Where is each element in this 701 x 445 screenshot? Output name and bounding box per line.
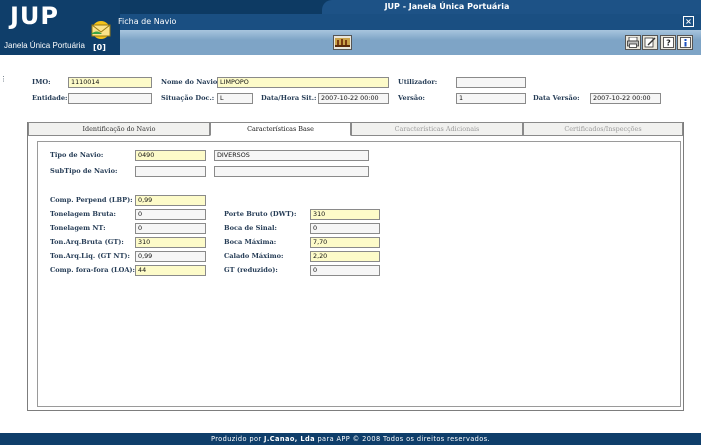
footer-copyright: para APP © 2008 Todos os direitos reserv… bbox=[317, 435, 491, 443]
ship-name-label: Nome do Navio: bbox=[161, 78, 220, 86]
user-label: Utilizador: bbox=[398, 78, 438, 86]
print-icon bbox=[627, 37, 639, 48]
entity-label: Entidade: bbox=[32, 94, 68, 102]
signal-beam-field[interactable]: 0 bbox=[310, 223, 380, 234]
edit-button[interactable] bbox=[642, 35, 658, 50]
close-button[interactable]: × bbox=[683, 16, 694, 27]
version-date-label: Data Versão: bbox=[533, 94, 580, 102]
footer: Produzido por J.Canao, Lda para APP © 20… bbox=[0, 433, 701, 445]
max-beam-label: Boca Máxima: bbox=[224, 238, 277, 246]
svg-text:?: ? bbox=[666, 39, 671, 48]
ship-subtype-label: SubTipo de Navio: bbox=[50, 167, 118, 175]
close-icon: × bbox=[685, 17, 692, 26]
imo-field[interactable]: 1110014 bbox=[68, 77, 152, 88]
lbp-label: Comp. Perpend (LBP): bbox=[50, 196, 133, 204]
ship-icon bbox=[335, 38, 350, 47]
print-button[interactable] bbox=[625, 35, 641, 50]
collapse-handle-icon[interactable]: ⋮ bbox=[0, 75, 7, 85]
toolbar-shine bbox=[120, 30, 701, 40]
net-tonnage-field[interactable]: 0 bbox=[135, 223, 206, 234]
info-icon bbox=[679, 37, 691, 48]
doc-status-label: Situação Doc.: bbox=[161, 94, 215, 102]
version-field[interactable]: 1 bbox=[456, 93, 526, 104]
status-datetime-label: Data/Hora Sit.: bbox=[261, 94, 317, 102]
entity-field[interactable] bbox=[68, 93, 152, 104]
loa-field[interactable]: 44 bbox=[135, 265, 206, 276]
reduced-gt-field[interactable]: 0 bbox=[310, 265, 380, 276]
gt-field[interactable]: 310 bbox=[135, 237, 206, 248]
tab-certificados[interactable]: Certificados/Inspecções bbox=[523, 122, 683, 136]
ship-subtype-desc-field[interactable] bbox=[214, 166, 369, 177]
status-datetime-field[interactable]: 2007-10-22 00:00 bbox=[318, 93, 389, 104]
loa-label: Comp. fora-fora (LOA): bbox=[50, 266, 135, 274]
help-icon: ? bbox=[662, 37, 674, 48]
max-beam-field[interactable]: 7,70 bbox=[310, 237, 380, 248]
tab-caracteristicas-adicionais[interactable]: Características Adicionais bbox=[351, 122, 523, 136]
ship-type-desc-field[interactable]: DIVERSOS bbox=[214, 150, 369, 161]
net-tonnage-label: Tonelagem NT: bbox=[50, 224, 106, 232]
dwt-label: Porte Bruto (DWT): bbox=[224, 210, 297, 218]
lbp-field[interactable]: 0,99 bbox=[135, 195, 206, 206]
signal-beam-label: Boca de Sinal: bbox=[224, 224, 277, 232]
user-field[interactable] bbox=[456, 77, 526, 88]
ship-subtype-code-field[interactable] bbox=[135, 166, 206, 177]
ship-type-label: Tipo de Navio: bbox=[50, 151, 104, 159]
version-date-field[interactable]: 2007-10-22 00:00 bbox=[590, 93, 661, 104]
gross-tonnage-field[interactable]: 0 bbox=[135, 209, 206, 220]
gross-tonnage-label: Tonelagem Bruta: bbox=[50, 210, 116, 218]
max-draft-field[interactable]: 2,20 bbox=[310, 251, 380, 262]
doc-status-field[interactable]: L bbox=[217, 93, 253, 104]
ship-type-code-field[interactable]: 0490 bbox=[135, 150, 206, 161]
version-label: Versão: bbox=[398, 94, 425, 102]
dwt-field[interactable]: 310 bbox=[310, 209, 380, 220]
app-title: JUP - Janela Única Portuária bbox=[384, 2, 510, 11]
mail-icon[interactable] bbox=[88, 20, 114, 40]
tab-caracteristicas-base[interactable]: Características Base bbox=[210, 122, 351, 136]
ship-name-field[interactable]: LIMPOPO bbox=[217, 77, 389, 88]
gt-nt-field[interactable]: 0,99 bbox=[135, 251, 206, 262]
gt-nt-label: Ton.Arq.Liq. (GT NT): bbox=[50, 252, 130, 260]
window-title-bar bbox=[120, 14, 701, 30]
help-button[interactable]: ? bbox=[660, 35, 676, 50]
edit-icon bbox=[644, 37, 656, 48]
logo-subtitle: Janela Única Portuária bbox=[4, 41, 85, 50]
mail-count: [0] bbox=[93, 43, 106, 52]
info-button[interactable] bbox=[677, 35, 693, 50]
ship-button[interactable] bbox=[333, 35, 352, 50]
footer-company: J.Canao, Lda bbox=[264, 435, 315, 443]
footer-prefix: Produzido por bbox=[210, 435, 262, 443]
tab-identificacao[interactable]: Identificação do Navio bbox=[28, 122, 210, 136]
reduced-gt-label: GT (reduzido): bbox=[224, 266, 278, 274]
max-draft-label: Calado Máximo: bbox=[224, 252, 284, 260]
imo-label: IMO: bbox=[32, 78, 51, 86]
logo: JUP bbox=[10, 2, 60, 30]
window-title: Ficha de Navio bbox=[118, 17, 177, 26]
gt-label: Ton.Arq.Bruta (GT): bbox=[50, 238, 124, 246]
